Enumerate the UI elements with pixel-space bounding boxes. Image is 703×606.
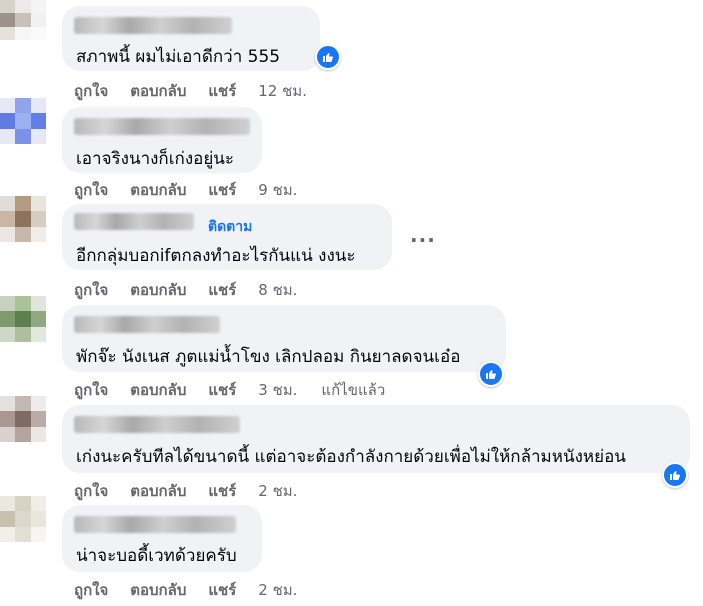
- avatar[interactable]: [0, 0, 46, 40]
- comment-bubble: สภาพนี้ ผมไม่เอาดีกว่า 555: [62, 6, 320, 71]
- avatar[interactable]: [0, 196, 46, 242]
- comment-bubble: เก่งนะครับทีลได้ขนาดนี้ แต่อาจะต้องกำลัง…: [62, 405, 690, 473]
- author-name[interactable]: [74, 416, 240, 433]
- author-name[interactable]: [74, 17, 232, 34]
- comment-actions: ถูกใจ ตอบกลับ แชร์ 12 ชม.: [74, 79, 331, 103]
- share-button[interactable]: แชร์: [208, 278, 236, 302]
- reply-button[interactable]: ตอบกลับ: [130, 578, 186, 602]
- thumbs-up-icon: [486, 370, 496, 379]
- like-reaction-badge[interactable]: [662, 462, 688, 488]
- share-button[interactable]: แชร์: [208, 178, 236, 202]
- edited-label: แก้ไขแล้ว: [321, 381, 386, 399]
- author-name[interactable]: [74, 516, 236, 533]
- like-reaction-badge[interactable]: [478, 361, 504, 387]
- comment-actions: ถูกใจ ตอบกลับ แชร์ 3 ชม. แก้ไขแล้ว: [74, 378, 407, 402]
- reply-button[interactable]: ตอบกลับ: [130, 178, 186, 202]
- timestamp[interactable]: 2 ชม.: [258, 479, 297, 503]
- like-button[interactable]: ถูกใจ: [74, 378, 108, 402]
- more-options-button[interactable]: ···: [410, 228, 436, 252]
- like-button[interactable]: ถูกใจ: [74, 278, 108, 302]
- author-name[interactable]: [74, 316, 220, 333]
- author-name[interactable]: [74, 213, 194, 230]
- comment-text: พักจ๊ะ นังเนส ภูตแม่น้ำโขง เลิกปลอม กินย…: [76, 347, 461, 367]
- timestamp[interactable]: 2 ชม.: [258, 578, 297, 602]
- like-button[interactable]: ถูกใจ: [74, 79, 108, 103]
- comment-text: น่าจะบอดี้เวทด้วยครับ: [76, 546, 237, 566]
- avatar[interactable]: [0, 296, 46, 342]
- comment-bubble: เอาจริงนางก็เก่งอยู่นะ: [62, 107, 262, 173]
- more-dots-icon: ···: [410, 228, 436, 252]
- comment-actions: ถูกใจ ตอบกลับ แชร์ 2 ชม.: [74, 578, 321, 602]
- follow-link[interactable]: ติดตาม: [208, 216, 252, 238]
- share-button[interactable]: แชร์: [208, 79, 236, 103]
- reply-button[interactable]: ตอบกลับ: [130, 79, 186, 103]
- share-button[interactable]: แชร์: [208, 578, 236, 602]
- timestamp[interactable]: 12 ชม.: [258, 79, 307, 103]
- comment-actions: ถูกใจ ตอบกลับ แชร์ 8 ชม.: [74, 278, 321, 302]
- reply-button[interactable]: ตอบกลับ: [130, 479, 186, 503]
- comment-text: สภาพนี้ ผมไม่เอาดีกว่า 555: [76, 47, 281, 67]
- reply-button[interactable]: ตอบกลับ: [130, 278, 186, 302]
- comment-text: เก่งนะครับทีลได้ขนาดนี้ แต่อาจะต้องกำลัง…: [76, 447, 626, 467]
- comment-actions: ถูกใจ ตอบกลับ แชร์ 9 ชม.: [74, 178, 321, 202]
- comment-bubble: พักจ๊ะ นังเนส ภูตแม่น้ำโขง เลิกปลอม กินย…: [62, 305, 506, 372]
- thumbs-up-icon: [670, 471, 680, 480]
- avatar[interactable]: [0, 496, 46, 542]
- comment-bubble: ติดตาม อีกกลุ่มบอกifตกลงทำอะไรกันแน่ งงน…: [62, 204, 392, 270]
- like-reaction-badge[interactable]: [315, 44, 341, 70]
- comment-text: อีกกลุ่มบอกifตกลงทำอะไรกันแน่ งงนะ: [76, 246, 356, 266]
- thumbs-up-icon: [323, 53, 333, 62]
- timestamp[interactable]: 3 ชม.: [258, 378, 297, 402]
- share-button[interactable]: แชร์: [208, 479, 236, 503]
- like-button[interactable]: ถูกใจ: [74, 578, 108, 602]
- avatar[interactable]: [0, 98, 46, 144]
- avatar[interactable]: [0, 396, 46, 442]
- comment-actions: ถูกใจ ตอบกลับ แชร์ 2 ชม.: [74, 479, 321, 503]
- timestamp[interactable]: 9 ชม.: [258, 178, 297, 202]
- comment-text: เอาจริงนางก็เก่งอยู่นะ: [76, 149, 235, 169]
- timestamp[interactable]: 8 ชม.: [258, 278, 297, 302]
- author-name[interactable]: [74, 118, 250, 135]
- like-button[interactable]: ถูกใจ: [74, 178, 108, 202]
- reply-button[interactable]: ตอบกลับ: [130, 378, 186, 402]
- like-button[interactable]: ถูกใจ: [74, 479, 108, 503]
- share-button[interactable]: แชร์: [208, 378, 236, 402]
- comment-bubble: น่าจะบอดี้เวทด้วยครับ: [62, 505, 262, 572]
